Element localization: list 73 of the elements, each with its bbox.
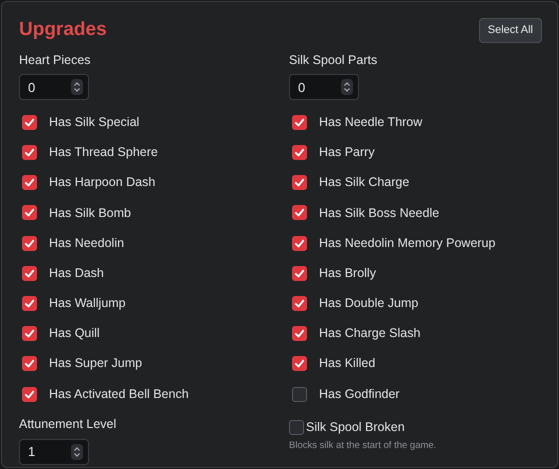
checkbox[interactable] xyxy=(292,145,307,160)
checkbox-label: Has Double Jump xyxy=(319,295,418,312)
checkmark-icon xyxy=(24,177,35,188)
checkbox[interactable] xyxy=(292,356,307,372)
spinner-icon[interactable] xyxy=(71,79,83,96)
checkbox-label: Has Brolly xyxy=(319,264,376,282)
checkbox[interactable] xyxy=(292,236,307,251)
checkbox[interactable] xyxy=(22,386,37,402)
checkbox-label: Has Needolin xyxy=(49,234,124,252)
hint-text: Blocks silk at the start of the game. xyxy=(289,438,438,453)
checkbox-label: Has Quill xyxy=(49,325,100,342)
checkbox-label: Has Charge Slash xyxy=(319,325,420,342)
checkmark-icon xyxy=(294,207,305,218)
checkbox-label: Has Dash xyxy=(49,264,104,282)
checkbox-label: Has Thread Sphere xyxy=(49,144,158,162)
checkmark-icon xyxy=(24,116,35,128)
checkbox[interactable] xyxy=(292,386,307,402)
checkbox[interactable] xyxy=(22,205,37,220)
checkbox-label: Has Silk Bomb xyxy=(49,204,131,222)
checkbox-label: Silk Spool Broken xyxy=(306,419,405,436)
checkmark-icon xyxy=(24,328,35,340)
checkbox-label: Has Silk Boss Needle xyxy=(319,204,440,222)
checkmark-icon xyxy=(24,268,35,279)
field-label: Attunement Level xyxy=(19,416,118,434)
checkbox-label: Has Parry xyxy=(319,144,375,162)
checkbox[interactable] xyxy=(292,326,307,342)
checkbox-label: Has Needolin Memory Powerup xyxy=(319,234,496,252)
checkmark-icon xyxy=(294,298,305,309)
spinner-icon[interactable] xyxy=(71,444,83,460)
checkmark-icon xyxy=(294,116,305,128)
checkmark-icon xyxy=(294,268,305,279)
select-all-button[interactable]: Select All xyxy=(478,18,542,42)
checkbox-label: Has Activated Bell Bench xyxy=(49,386,189,403)
field-label: Silk Spool Parts xyxy=(289,52,378,69)
checkbox[interactable] xyxy=(292,266,307,281)
checkmark-icon xyxy=(24,358,35,370)
checkmark-icon xyxy=(24,238,35,249)
checkbox[interactable] xyxy=(22,175,37,190)
number-field[interactable]: 0 xyxy=(289,74,359,100)
checkmark-icon xyxy=(24,147,35,158)
checkbox[interactable] xyxy=(22,356,37,372)
checkbox-label: Has Walljump xyxy=(49,295,126,312)
checkbox-label: Has Silk Special xyxy=(49,114,140,131)
checkbox[interactable] xyxy=(289,420,304,435)
checkbox-label: Has Needle Throw xyxy=(319,114,422,131)
checkbox-label: Has Killed xyxy=(319,355,376,372)
checkbox[interactable] xyxy=(22,296,37,311)
checkmark-icon xyxy=(24,388,35,400)
checkbox-label: Has Super Jump xyxy=(49,355,142,372)
checkmark-icon xyxy=(294,147,305,158)
checkmark-icon xyxy=(294,177,305,188)
field-label: Heart Pieces xyxy=(19,52,92,68)
checkbox[interactable] xyxy=(22,326,37,342)
checkbox[interactable] xyxy=(292,205,307,220)
spinner-icon[interactable] xyxy=(341,79,353,96)
checkbox-label: Has Silk Charge xyxy=(319,174,410,192)
number-field[interactable]: 0 xyxy=(19,74,89,100)
number-field[interactable]: 1 xyxy=(19,438,89,465)
checkbox[interactable] xyxy=(292,296,307,311)
checkbox-label: Has Harpoon Dash xyxy=(49,174,156,192)
checkbox[interactable] xyxy=(22,114,37,130)
checkmark-icon xyxy=(294,358,305,370)
panel-title: Upgrades xyxy=(19,18,107,42)
checkbox[interactable] xyxy=(22,266,37,281)
checkbox[interactable] xyxy=(22,145,37,160)
checkbox[interactable] xyxy=(292,114,307,130)
checkbox[interactable] xyxy=(292,175,307,190)
checkmark-icon xyxy=(294,238,305,249)
checkmark-icon xyxy=(24,207,35,218)
checkbox[interactable] xyxy=(22,236,37,251)
checkmark-icon xyxy=(24,298,35,309)
checkmark-icon xyxy=(294,328,305,340)
checkbox-label: Has Godfinder xyxy=(319,386,400,403)
